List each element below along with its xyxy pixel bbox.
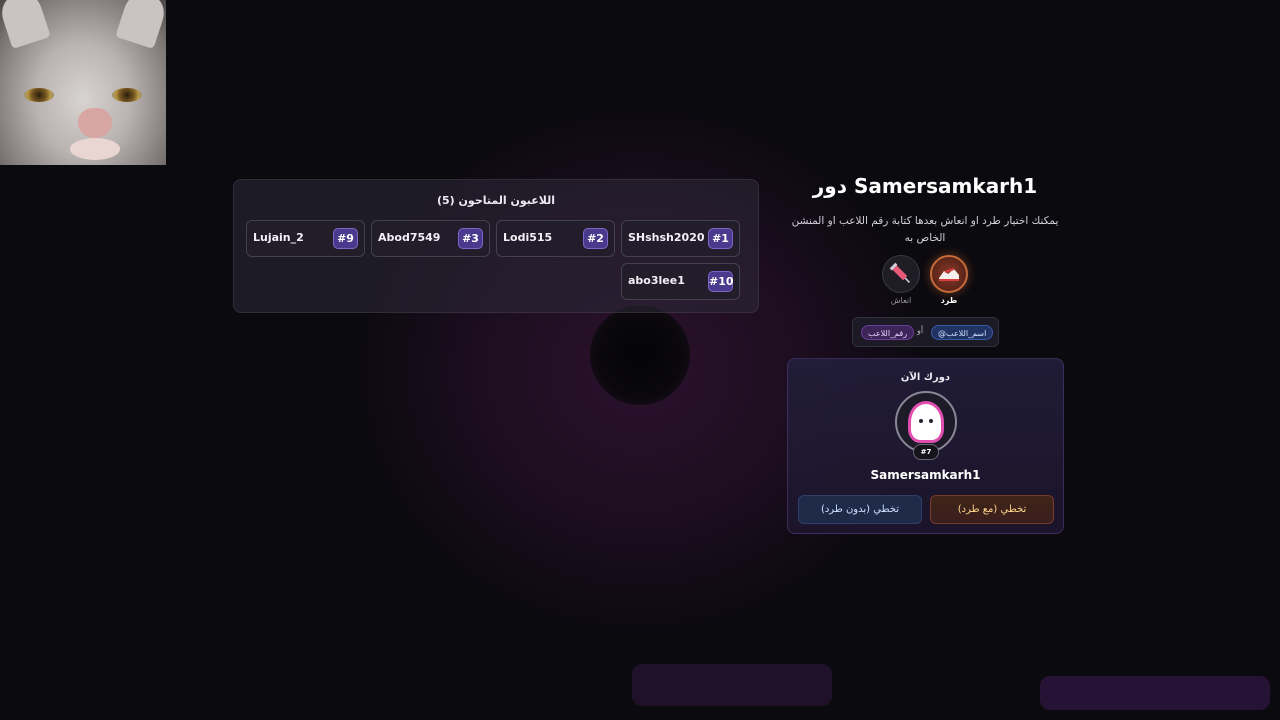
background-blur-bar xyxy=(1040,676,1270,710)
player-name: Abod7549 xyxy=(378,231,441,244)
cat-eye xyxy=(24,88,54,102)
player-name: Lodi515 xyxy=(503,231,553,244)
player-number-badge: #9 xyxy=(333,228,358,249)
cat-ear xyxy=(115,0,166,49)
ghost-avatar-icon xyxy=(911,404,941,440)
background-blur-bar xyxy=(632,664,832,706)
or-text: أو xyxy=(917,326,924,335)
player-number-badge: #1 xyxy=(708,228,733,249)
cat-nose xyxy=(78,108,112,138)
skip-without-kick-button[interactable]: تخطي (بدون طرد) xyxy=(798,495,922,524)
player-name: abo3lee1 xyxy=(628,274,685,287)
player-number-chip: رقم_اللاعب xyxy=(861,325,915,340)
revive-button[interactable] xyxy=(882,255,920,293)
your-turn-label: دورك الآن xyxy=(900,372,951,383)
cat-ear xyxy=(0,0,51,49)
turn-title: دور Samersamkarh1 xyxy=(812,174,1038,198)
players-panel-title: اللاعبون المتاحون (5) xyxy=(436,194,556,207)
turn-instructions: يمكنك اختيار طرد او انعاش بعدها كتابة رق… xyxy=(791,215,1059,244)
cat-eye xyxy=(112,88,142,102)
kick-button[interactable] xyxy=(930,255,968,293)
current-turn-card: دورك الآن #7 Samersamkarh1 تخطي (مع طرد)… xyxy=(787,358,1064,534)
player-number-badge: #10 xyxy=(708,271,734,292)
cat-mouth xyxy=(70,138,120,160)
kick-label: طرد xyxy=(940,296,958,305)
player-card[interactable]: #2 Lodi515 xyxy=(496,220,615,257)
background-wheel-center xyxy=(590,305,690,405)
revive-label: انعاش xyxy=(890,296,912,305)
player-name-chip: @اسم_اللاعب xyxy=(931,325,994,340)
player-number-badge: #3 xyxy=(458,228,483,249)
player-card[interactable]: #3 Abod7549 xyxy=(371,220,490,257)
player-number-badge: #2 xyxy=(583,228,608,249)
syringe-icon xyxy=(889,262,911,284)
player-name: Lujain_2 xyxy=(253,231,304,244)
skip-with-kick-button[interactable]: تخطي (مع طرد) xyxy=(930,495,1054,524)
player-card[interactable]: #1 SHshsh2020 xyxy=(621,220,740,257)
available-players-panel: اللاعبون المتاحون (5) #1 SHshsh2020 #2 L… xyxy=(233,179,759,313)
input-hint: @اسم_اللاعب أو رقم_اللاعب xyxy=(852,317,999,347)
sneaker-icon xyxy=(939,268,959,281)
player-number-badge: #7 xyxy=(913,444,939,460)
player-card[interactable]: #9 Lujain_2 xyxy=(246,220,365,257)
player-card[interactable]: #10 abo3lee1 xyxy=(621,263,740,300)
player-name: SHshsh2020 xyxy=(628,231,705,244)
webcam-overlay xyxy=(0,0,166,165)
current-player-name: Samersamkarh1 xyxy=(870,468,981,482)
